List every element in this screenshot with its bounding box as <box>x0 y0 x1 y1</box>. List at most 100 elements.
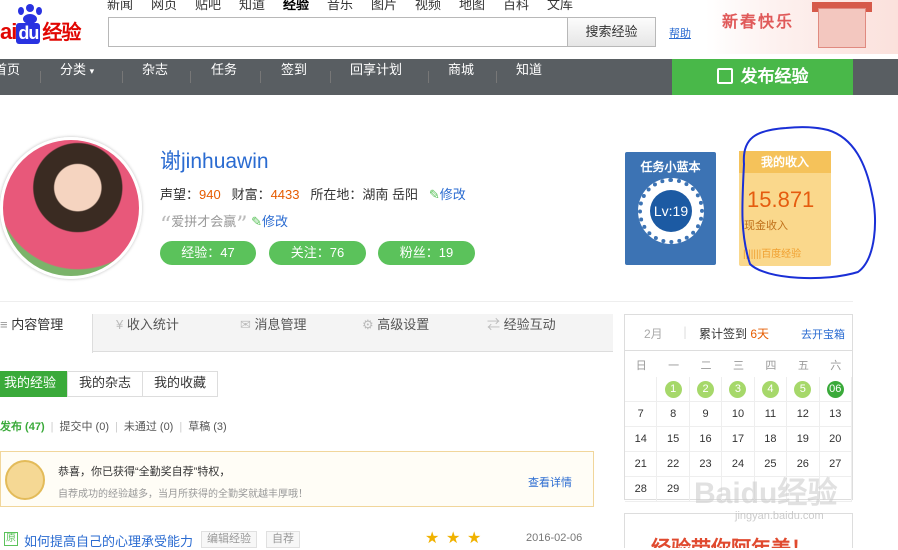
calendar-day[interactable]: 2 <box>690 377 723 401</box>
weekday-label: 六 <box>830 360 842 372</box>
tab-advanced-settings[interactable]: ⚙ 高级设置 <box>362 314 429 352</box>
tab-income-stats[interactable]: ¥ 收入统计 <box>116 314 179 352</box>
calendar-day[interactable]: 10 <box>722 402 755 426</box>
edit-motto-label: 修改 <box>262 214 289 229</box>
signed-day-marker: 5 <box>794 381 812 398</box>
notice-line-2: 自荐成功的经验越多，当月所获得的全勤奖就越丰厚哦！ <box>58 489 308 500</box>
topnav-zhidao[interactable]: 知道 <box>239 0 283 12</box>
topnav-video[interactable]: 视频 <box>415 0 459 12</box>
calendar-day[interactable]: 29 <box>657 477 690 501</box>
location-label: 所在地： <box>310 187 363 202</box>
topnav-news[interactable]: 新闻 <box>107 0 151 12</box>
calendar-day[interactable]: 14 <box>625 427 658 451</box>
hand-drawn-circle-annotation <box>741 126 877 280</box>
following-count-pill[interactable]: 关注：76 <box>269 241 366 265</box>
topnav-baike[interactable]: 百科 <box>503 0 547 12</box>
topnav-images[interactable]: 图片 <box>371 0 415 12</box>
edit-location-link[interactable]: ✎修改 <box>429 187 466 202</box>
topnav-music[interactable]: 音乐 <box>327 0 371 12</box>
signed-day-marker: 3 <box>729 381 747 398</box>
nav-zhidao[interactable]: 知道 <box>516 59 542 95</box>
weekday-row: 日一二三四五六 <box>625 357 852 377</box>
topnav-tieba[interactable]: 贴吧 <box>195 0 239 12</box>
publish-button[interactable]: 发布经验 <box>672 59 853 95</box>
filter-drafts[interactable]: 草稿 (3) <box>188 421 227 433</box>
task-badge[interactable]: 任务小蓝本 Lv:19 <box>625 152 716 265</box>
filter-divider: | <box>179 421 183 433</box>
calendar-day[interactable]: 8 <box>657 402 690 426</box>
new-year-banner[interactable]: 新春快乐 <box>706 0 898 54</box>
calendar-day[interactable]: 5 <box>787 377 820 401</box>
tab-message-management[interactable]: ✉ 消息管理 <box>240 314 307 352</box>
chevron-down-icon: ▾ <box>89 66 95 76</box>
search-input[interactable] <box>108 17 568 47</box>
experience-title-link[interactable]: 如何提高自己的心理承受能力 <box>24 531 193 550</box>
table-row: 原 如何提高自己的心理承受能力 编辑经验 自荐 ★ ★ ★ 2016-02-06 <box>0 528 613 550</box>
original-badge: 原 <box>4 532 18 546</box>
calendar-day[interactable]: 15 <box>657 427 690 451</box>
experience-count-pill[interactable]: 经验：47 <box>160 241 256 265</box>
calendar-day[interactable]: 12 <box>787 402 820 426</box>
tab-message-management-label: 消息管理 <box>254 317 307 332</box>
nav-category-label: 分类 <box>60 62 87 77</box>
subtab-my-favorites[interactable]: 我的收藏 <box>142 371 219 397</box>
calendar-day[interactable]: 1 <box>657 377 690 401</box>
signed-day-marker: 1 <box>664 381 682 398</box>
watermark-url: jingyan.baidu.com <box>735 510 824 522</box>
user-name[interactable]: 谢jinhuawin <box>160 145 269 175</box>
tab-content-management[interactable]: ≡ 内容管理 <box>0 314 93 353</box>
calendar-day[interactable]: 9 <box>690 402 723 426</box>
edit-experience-tag[interactable]: 编辑经验 <box>201 531 257 548</box>
signed-day-marker: 2 <box>697 381 715 398</box>
calendar-day[interactable]: 22 <box>657 452 690 476</box>
self-recommend-tag[interactable]: 自荐 <box>266 531 300 548</box>
top-nav: 新闻 网页 贴吧 知道 经验 音乐 图片 视频 地图 百科 文库 <box>107 0 591 12</box>
exchange-icon: ⇄ <box>487 317 501 332</box>
nav-magazine[interactable]: 杂志 <box>142 59 168 95</box>
calendar-day[interactable]: 3 <box>722 377 755 401</box>
filter-divider: | <box>114 421 118 433</box>
search-button[interactable]: 搜索经验 <box>567 17 656 47</box>
nav-signin[interactable]: 签到 <box>281 59 307 95</box>
fans-count-pill[interactable]: 粉丝：19 <box>378 241 475 265</box>
nav-home[interactable]: 首页 <box>0 59 20 95</box>
signin-summary: 累计签到 6天 <box>699 325 769 342</box>
topnav-web[interactable]: 网页 <box>151 0 195 12</box>
calendar-day[interactable]: 20 <box>820 427 852 451</box>
calendar-day[interactable]: 21 <box>625 452 658 476</box>
weekday-label: 五 <box>797 360 809 372</box>
nav-category[interactable]: 分类 ▾ <box>60 59 94 95</box>
topnav-map[interactable]: 地图 <box>459 0 503 12</box>
edit-motto-link[interactable]: ✎修改 <box>251 214 288 229</box>
filter-submitting[interactable]: 提交中 (0) <box>59 421 109 433</box>
filter-published[interactable]: 发布 (47) <box>0 421 45 433</box>
calendar-day[interactable]: 28 <box>625 477 658 501</box>
help-link[interactable]: 帮助 <box>669 25 691 41</box>
filter-rejected[interactable]: 未通过 (0) <box>124 421 174 433</box>
calendar-day[interactable]: 19 <box>787 427 820 451</box>
calendar-day[interactable]: 17 <box>722 427 755 451</box>
baidu-logo[interactable]: ai du 经验 <box>0 4 100 44</box>
nav-tasks[interactable]: 任务 <box>211 59 237 95</box>
calendar-day[interactable]: 7 <box>625 402 658 426</box>
subtab-my-experience[interactable]: 我的经验 <box>0 371 69 397</box>
nav-mall[interactable]: 商城 <box>448 59 474 95</box>
tab-experience-interaction[interactable]: ⇄ 经验互动 <box>487 314 556 352</box>
topnav-jingyan[interactable]: 经验 <box>283 0 327 12</box>
quote-close-mark: ” <box>236 213 248 238</box>
avatar[interactable] <box>0 137 142 279</box>
subtab-my-magazine[interactable]: 我的杂志 <box>67 371 144 397</box>
calendar-day[interactable]: 18 <box>755 427 788 451</box>
view-details-link[interactable]: 查看详情 <box>528 474 572 490</box>
calendar-day[interactable]: 11 <box>755 402 788 426</box>
motto: “爱拼才会赢” ✎修改 <box>160 211 288 238</box>
weekday-label: 三 <box>732 360 744 372</box>
calendar-day[interactable]: 13 <box>820 402 852 426</box>
nav-share-plan[interactable]: 回享计划 <box>350 59 402 95</box>
open-treasure-link[interactable]: 去开宝箱 <box>801 326 845 342</box>
calendar-day[interactable]: 16 <box>690 427 723 451</box>
topnav-wenku[interactable]: 文库 <box>547 0 591 12</box>
star-icon: ★ <box>446 528 461 547</box>
calendar-day[interactable]: 06 <box>820 377 852 401</box>
calendar-day[interactable]: 4 <box>755 377 788 401</box>
